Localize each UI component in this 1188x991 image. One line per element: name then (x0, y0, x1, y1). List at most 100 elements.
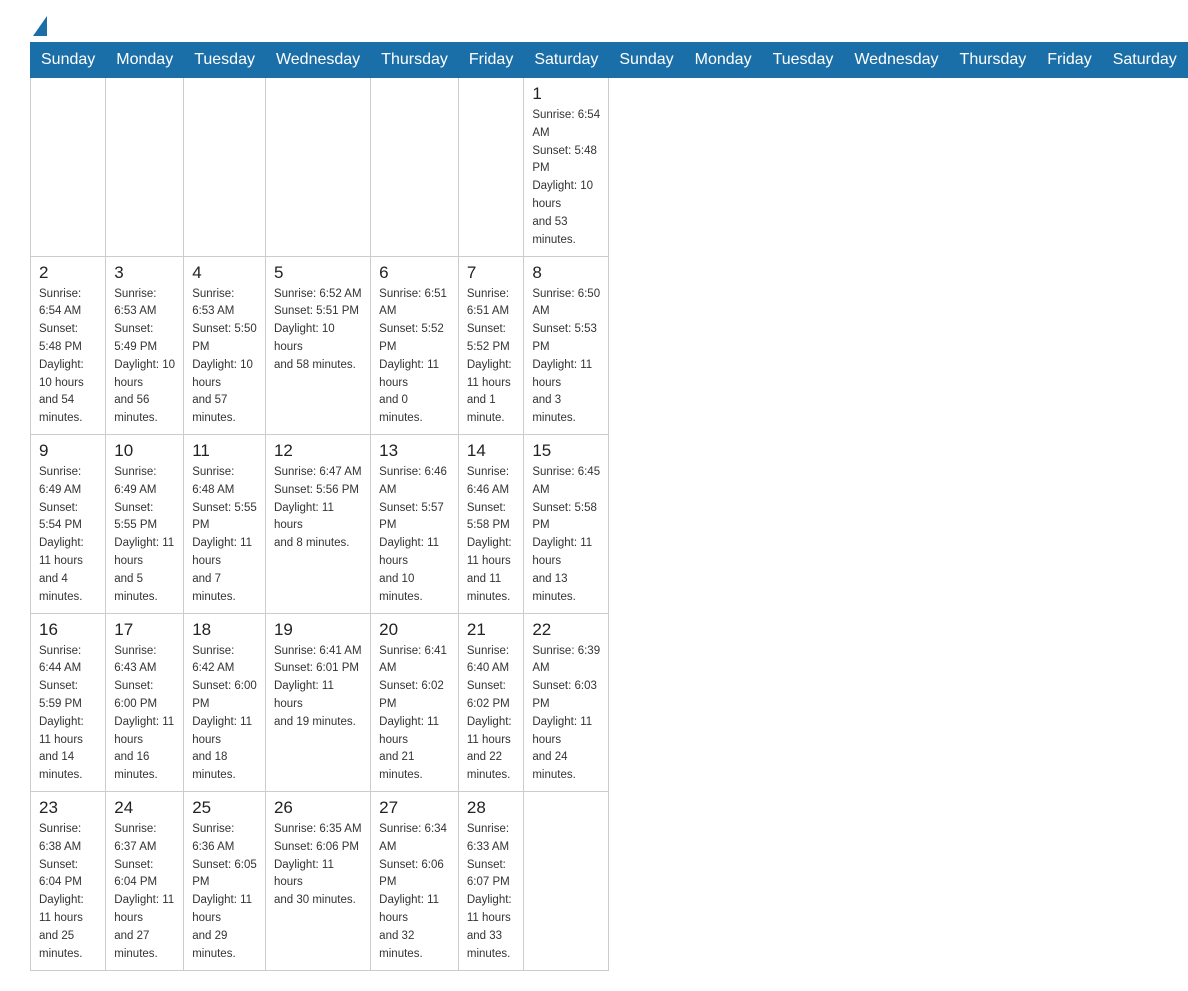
day-info: Sunrise: 6:38 AMSunset: 6:04 PMDaylight:… (39, 821, 97, 964)
day-info: Sunrise: 6:43 AMSunset: 6:00 PMDaylight:… (114, 643, 175, 786)
calendar-cell: 10 Sunrise: 6:49 AMSunset: 5:55 PMDayligh… (106, 435, 184, 614)
calendar-cell (371, 78, 459, 257)
header-day-monday: Monday (684, 43, 762, 78)
day-number: 1 (532, 84, 600, 104)
calendar-cell: 13 Sunrise: 6:46 AMSunset: 5:57 PMDayligh… (371, 435, 459, 614)
calendar-cell: 26Sunrise: 6:35 AMSunset: 6:06 PMDayligh… (265, 792, 370, 971)
day-number: 28 (467, 798, 515, 818)
day-number: 23 (39, 798, 97, 818)
calendar-table: SundayMondayTuesdayWednesdayThursdayFrid… (30, 42, 1188, 971)
calendar-cell: 6 Sunrise: 6:51 AMSunset: 5:52 PMDaylight… (371, 256, 459, 435)
day-number: 24 (114, 798, 175, 818)
day-number: 22 (532, 620, 600, 640)
calendar-cell (524, 792, 609, 971)
day-info: Sunrise: 6:49 AMSunset: 5:55 PMDaylight:… (114, 464, 175, 607)
day-number: 18 (192, 620, 257, 640)
header-day-thursday: Thursday (949, 43, 1037, 78)
header-friday: Friday (458, 43, 523, 78)
calendar-week-4: 16 Sunrise: 6:44 AMSunset: 5:59 PMDayligh… (31, 613, 1188, 792)
calendar-cell (184, 78, 266, 257)
day-number: 10 (114, 441, 175, 461)
calendar-cell (31, 78, 106, 257)
day-info: Sunrise: 6:53 AMSunset: 5:50 PMDaylight:… (192, 286, 257, 429)
day-info: Sunrise: 6:53 AMSunset: 5:49 PMDaylight:… (114, 286, 175, 429)
calendar-cell: 5 Sunrise: 6:52 AMSunset: 5:51 PMDaylight… (265, 256, 370, 435)
header-day-sunday: Sunday (609, 43, 684, 78)
day-info: Sunrise: 6:37 AMSunset: 6:04 PMDaylight:… (114, 821, 175, 964)
day-number: 2 (39, 263, 97, 283)
day-number: 5 (274, 263, 362, 283)
day-info: Sunrise: 6:51 AMSunset: 5:52 PMDaylight:… (467, 286, 515, 429)
logo-triangle-icon (33, 16, 47, 36)
calendar-week-3: 9 Sunrise: 6:49 AMSunset: 5:54 PMDaylight… (31, 435, 1188, 614)
day-number: 8 (532, 263, 600, 283)
calendar-cell: 17 Sunrise: 6:43 AMSunset: 6:00 PMDayligh… (106, 613, 184, 792)
day-info: Sunrise: 6:39 AMSunset: 6:03 PMDaylight:… (532, 643, 600, 786)
calendar-cell: 8Sunrise: 6:50 AMSunset: 5:53 PMDaylight… (524, 256, 609, 435)
calendar-cell (265, 78, 370, 257)
calendar-cell: 23 Sunrise: 6:38 AMSunset: 6:04 PMDayligh… (31, 792, 106, 971)
day-info: Sunrise: 6:41 AMSunset: 6:01 PMDaylight:… (274, 643, 362, 732)
day-number: 26 (274, 798, 362, 818)
day-info: Sunrise: 6:40 AMSunset: 6:02 PMDaylight:… (467, 643, 515, 786)
calendar-week-2: 2 Sunrise: 6:54 AMSunset: 5:48 PMDaylight… (31, 256, 1188, 435)
calendar-cell: 16 Sunrise: 6:44 AMSunset: 5:59 PMDayligh… (31, 613, 106, 792)
day-info: Sunrise: 6:54 AMSunset: 5:48 PMDaylight:… (532, 107, 600, 250)
header-wednesday: Wednesday (265, 43, 370, 78)
calendar-cell: 24 Sunrise: 6:37 AMSunset: 6:04 PMDayligh… (106, 792, 184, 971)
day-number: 7 (467, 263, 515, 283)
day-info: Sunrise: 6:45 AMSunset: 5:58 PMDaylight:… (532, 464, 600, 607)
day-info: Sunrise: 6:44 AMSunset: 5:59 PMDaylight:… (39, 643, 97, 786)
calendar-cell: 14Sunrise: 6:46 AMSunset: 5:58 PMDayligh… (458, 435, 523, 614)
page-header (30, 20, 1158, 32)
day-info: Sunrise: 6:48 AMSunset: 5:55 PMDaylight:… (192, 464, 257, 607)
day-number: 12 (274, 441, 362, 461)
calendar-cell: 18 Sunrise: 6:42 AMSunset: 6:00 PMDayligh… (184, 613, 266, 792)
calendar-cell: 19 Sunrise: 6:41 AMSunset: 6:01 PMDayligh… (265, 613, 370, 792)
day-number: 25 (192, 798, 257, 818)
calendar-cell: 1 Sunrise: 6:54 AMSunset: 5:48 PMDaylight… (524, 78, 609, 257)
header-day-saturday: Saturday (1102, 43, 1187, 78)
calendar-cell: 15 Sunrise: 6:45 AMSunset: 5:58 PMDayligh… (524, 435, 609, 614)
header-day-friday: Friday (1037, 43, 1102, 78)
day-number: 21 (467, 620, 515, 640)
header-thursday: Thursday (371, 43, 459, 78)
calendar-cell: 7 Sunrise: 6:51 AMSunset: 5:52 PMDaylight… (458, 256, 523, 435)
day-number: 17 (114, 620, 175, 640)
day-number: 4 (192, 263, 257, 283)
day-info: Sunrise: 6:54 AMSunset: 5:48 PMDaylight:… (39, 286, 97, 429)
day-number: 27 (379, 798, 450, 818)
day-number: 6 (379, 263, 450, 283)
day-info: Sunrise: 6:49 AMSunset: 5:54 PMDaylight:… (39, 464, 97, 607)
day-info: Sunrise: 6:46 AMSunset: 5:57 PMDaylight:… (379, 464, 450, 607)
calendar-cell: 28Sunrise: 6:33 AMSunset: 6:07 PMDayligh… (458, 792, 523, 971)
calendar-cell: 25 Sunrise: 6:36 AMSunset: 6:05 PMDayligh… (184, 792, 266, 971)
day-info: Sunrise: 6:52 AMSunset: 5:51 PMDaylight:… (274, 286, 362, 375)
day-info: Sunrise: 6:41 AMSunset: 6:02 PMDaylight:… (379, 643, 450, 786)
calendar-cell: 9 Sunrise: 6:49 AMSunset: 5:54 PMDaylight… (31, 435, 106, 614)
day-info: Sunrise: 6:34 AMSunset: 6:06 PMDaylight:… (379, 821, 450, 964)
day-info: Sunrise: 6:36 AMSunset: 6:05 PMDaylight:… (192, 821, 257, 964)
header-saturday: Saturday (524, 43, 609, 78)
calendar-cell: 3 Sunrise: 6:53 AMSunset: 5:49 PMDaylight… (106, 256, 184, 435)
day-number: 3 (114, 263, 175, 283)
day-info: Sunrise: 6:51 AMSunset: 5:52 PMDaylight:… (379, 286, 450, 429)
day-number: 15 (532, 441, 600, 461)
header-tuesday: Tuesday (184, 43, 266, 78)
calendar-cell: 20Sunrise: 6:41 AMSunset: 6:02 PMDayligh… (371, 613, 459, 792)
day-number: 16 (39, 620, 97, 640)
calendar-cell: 22 Sunrise: 6:39 AMSunset: 6:03 PMDayligh… (524, 613, 609, 792)
header-day-tuesday: Tuesday (762, 43, 844, 78)
header-sunday: Sunday (31, 43, 106, 78)
day-info: Sunrise: 6:42 AMSunset: 6:00 PMDaylight:… (192, 643, 257, 786)
calendar-cell: 21 Sunrise: 6:40 AMSunset: 6:02 PMDayligh… (458, 613, 523, 792)
day-number: 9 (39, 441, 97, 461)
calendar-cell: 27 Sunrise: 6:34 AMSunset: 6:06 PMDayligh… (371, 792, 459, 971)
calendar-cell: 4 Sunrise: 6:53 AMSunset: 5:50 PMDaylight… (184, 256, 266, 435)
day-number: 13 (379, 441, 450, 461)
calendar-cell: 12Sunrise: 6:47 AMSunset: 5:56 PMDayligh… (265, 435, 370, 614)
day-number: 19 (274, 620, 362, 640)
calendar-cell: 11 Sunrise: 6:48 AMSunset: 5:55 PMDayligh… (184, 435, 266, 614)
header-day-wednesday: Wednesday (844, 43, 949, 78)
day-number: 11 (192, 441, 257, 461)
